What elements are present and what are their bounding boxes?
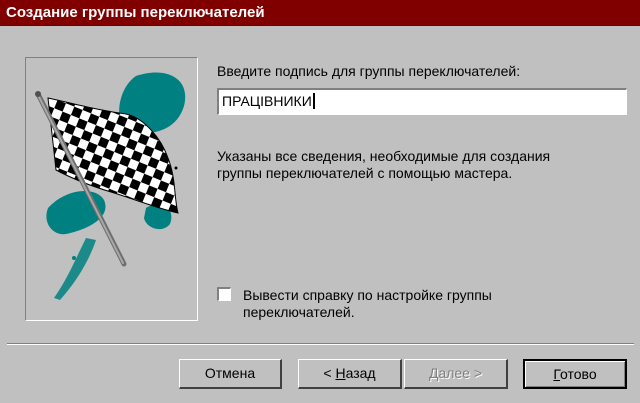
cancel-button[interactable]: Отмена	[179, 359, 282, 389]
next-button-label: алее	[438, 365, 470, 381]
next-button-accesskey: Д	[428, 365, 439, 381]
back-button-label: азад	[345, 365, 376, 381]
caption-input-value: ПРАЦІВНИКИ	[222, 93, 312, 109]
info-text-line-2: группы переключателей с помощью мастера.	[217, 165, 513, 181]
finish-button-label: отово	[560, 366, 597, 382]
button-separator	[7, 343, 634, 345]
window-title: Создание группы переключателей	[0, 0, 640, 26]
next-button: Далее >	[404, 359, 508, 389]
back-button-accesskey: Н	[335, 365, 346, 381]
finish-button[interactable]: Готово	[523, 359, 627, 389]
text-caret	[312, 93, 315, 109]
checkered-flag-icon	[35, 72, 186, 300]
help-checkbox[interactable]	[217, 287, 231, 301]
help-checkbox-label-line-1[interactable]: Вывести справку по настройке группы	[243, 286, 492, 304]
caption-input[interactable]: ПРАЦІВНИКИ	[217, 88, 627, 115]
back-button[interactable]: < Назад	[298, 359, 402, 389]
info-text-line-1: Указаны все сведения, необходимые для со…	[217, 148, 551, 164]
help-checkbox-label-line-2[interactable]: переключателей.	[243, 303, 355, 321]
next-button-suffix: >	[469, 365, 483, 381]
caption-prompt-label: Введите подпись для группы переключателе…	[217, 63, 521, 79]
cancel-button-label: Отмена	[204, 365, 256, 381]
wizard-illustration	[25, 57, 198, 321]
back-button-prefix: <	[323, 365, 336, 381]
